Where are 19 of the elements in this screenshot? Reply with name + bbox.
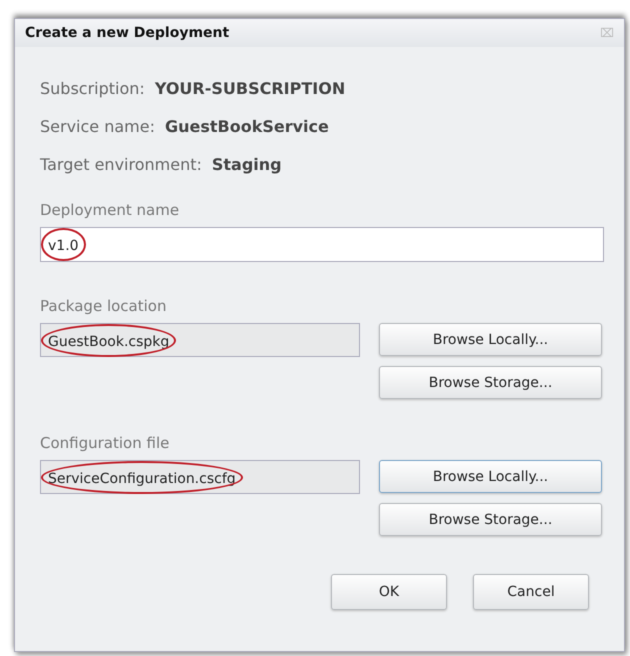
info-value: YOUR-SUBSCRIPTION [154, 78, 346, 98]
cancel-button[interactable]: Cancel [473, 574, 589, 610]
browse-button[interactable]: Browse Storage... [379, 366, 602, 399]
field-label: Configuration file [40, 434, 170, 452]
info-label: Subscription: [40, 78, 145, 98]
field-label: Package location [40, 297, 166, 315]
input-field[interactable]: ServiceConfiguration.cscfg [40, 460, 360, 494]
browse-button[interactable]: Browse Storage... [379, 503, 602, 536]
ok-button[interactable]: OK [331, 574, 447, 610]
info-value: GuestBookService [164, 116, 329, 136]
input-field[interactable]: GuestBook.cspkg [40, 323, 360, 357]
browse-button[interactable]: Browse Locally... [379, 460, 602, 493]
field-label: Deployment name [40, 201, 180, 219]
input-field[interactable]: v1.0 [40, 227, 604, 262]
info-value: Staging [212, 154, 282, 174]
info-label: Service name: [40, 116, 155, 136]
browse-button[interactable]: Browse Locally... [379, 323, 602, 356]
info-label: Target environment: [40, 154, 202, 174]
window-title: Create a new Deployment [25, 25, 230, 41]
